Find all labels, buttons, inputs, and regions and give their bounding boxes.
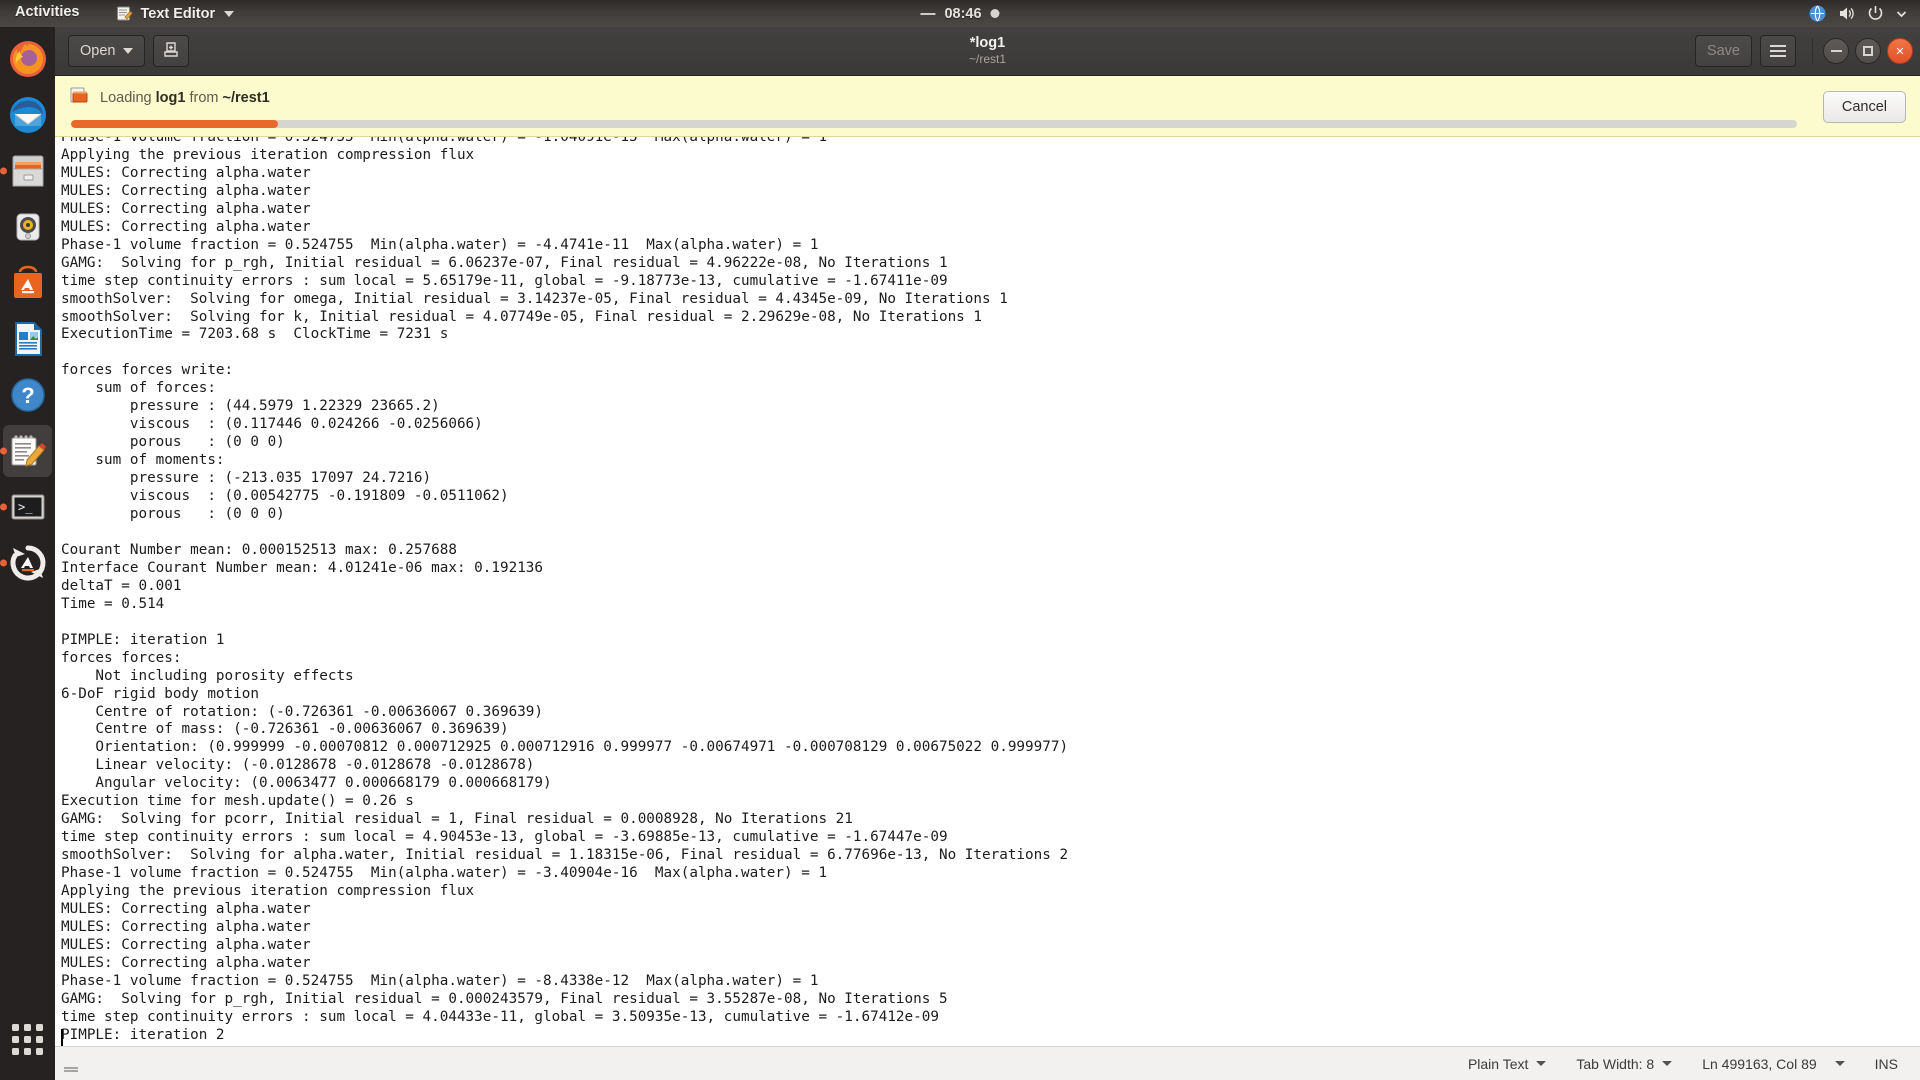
hamburger-menu-icon <box>1770 45 1786 57</box>
loading-message: Loading log1 from ~/rest1 <box>100 90 270 106</box>
document-text-view[interactable]: Phase-1 volume fraction = 0.524755 Min(a… <box>55 137 1920 1046</box>
dock-item-help[interactable]: ? <box>3 369 52 421</box>
save-as-icon <box>162 40 180 62</box>
hamburger-menu-button[interactable] <box>1760 35 1796 67</box>
loading-info-bar: Loading log1 from ~/rest1 Cancel <box>55 76 1920 137</box>
insert-mode-label: INS <box>1875 1056 1898 1072</box>
cursor-position-label: Ln 499163, Col 89 <box>1702 1056 1816 1072</box>
thunderbird-icon <box>7 94 49 136</box>
app-menu-label: Text Editor <box>140 6 215 22</box>
dock-item-thunderbird[interactable] <box>3 89 52 141</box>
save-as-button[interactable] <box>153 35 189 67</box>
infobar-message-row: Loading log1 from ~/rest1 <box>69 85 1811 110</box>
loading-filename: log1 <box>156 90 186 106</box>
save-label: Save <box>1707 43 1740 59</box>
calendar-dash-icon <box>920 13 935 15</box>
cursor-position-selector[interactable]: Ln 499163, Col 89 <box>1702 1056 1844 1072</box>
dock-item-ubuntu-software[interactable] <box>3 257 52 309</box>
show-applications-button[interactable] <box>3 1015 52 1064</box>
document-loading-icon <box>69 85 89 110</box>
chevron-down-icon <box>1662 1061 1672 1066</box>
text-editor-icon <box>7 430 49 472</box>
dock-item-text-editor[interactable] <box>3 425 52 477</box>
window-title-box: *log1 ~/rest1 <box>55 27 1920 75</box>
window-title: *log1 <box>970 35 1005 52</box>
rhythmbox-speaker-icon <box>7 206 49 248</box>
tab-width-selector[interactable]: Tab Width: 8 <box>1576 1056 1672 1072</box>
clock-label: 08:46 <box>944 6 981 22</box>
files-cabinet-icon <box>7 150 49 192</box>
loading-progress-bar <box>71 120 1797 128</box>
dock-item-software-updater[interactable] <box>3 537 52 589</box>
help-question-icon: ? <box>7 374 49 416</box>
svg-text:>_: >_ <box>18 500 33 514</box>
language-label: Plain Text <box>1468 1056 1528 1072</box>
dock-item-firefox[interactable] <box>3 33 52 85</box>
notification-dot-icon <box>991 9 1000 18</box>
minimize-button[interactable] <box>1823 38 1849 64</box>
infobar-content: Loading log1 from ~/rest1 <box>69 85 1811 128</box>
open-label: Open <box>80 43 115 59</box>
document-text-content: Phase-1 volume fraction = 0.524755 Min(a… <box>61 137 1920 1046</box>
app-menu-button[interactable]: Text Editor <box>110 0 240 27</box>
firefox-icon <box>7 38 49 80</box>
chevron-down-icon <box>1895 4 1908 23</box>
dock-item-rhythmbox[interactable] <box>3 201 52 253</box>
insert-mode-indicator: INS <box>1875 1056 1898 1072</box>
clock-button[interactable]: 08:46 <box>920 6 999 22</box>
chevron-down-icon <box>224 11 234 17</box>
loading-middle: from <box>185 90 222 106</box>
cancel-button[interactable]: Cancel <box>1823 91 1906 123</box>
volume-icon <box>1837 4 1856 23</box>
text-editor-window: Open *log1 ~/rest1 Save <box>55 27 1920 1080</box>
system-status-menu[interactable] <box>1808 4 1916 23</box>
maximize-button[interactable] <box>1855 38 1881 64</box>
dock-item-libreoffice-writer[interactable] <box>3 313 52 365</box>
apps-grid-icon <box>12 1024 43 1055</box>
language-selector[interactable]: Plain Text <box>1468 1056 1546 1072</box>
chevron-down-icon <box>123 48 133 54</box>
dock-item-terminal[interactable]: >_ <box>3 481 52 533</box>
power-icon <box>1866 4 1885 23</box>
activities-button[interactable]: Activities <box>6 0 88 27</box>
window-controls: ✕ <box>1812 38 1913 64</box>
close-icon: ✕ <box>1895 45 1904 58</box>
loading-prefix: Loading <box>100 90 156 106</box>
gnome-top-bar: Activities Text Editor 08:46 <box>0 0 1920 27</box>
text-editor-icon <box>116 5 133 22</box>
window-subtitle: ~/rest1 <box>969 52 1006 67</box>
close-button[interactable]: ✕ <box>1887 38 1913 64</box>
ubuntu-dock: ? >_ <box>0 27 55 1080</box>
save-button[interactable]: Save <box>1695 35 1752 67</box>
activities-label: Activities <box>15 4 79 20</box>
libreoffice-writer-icon <box>7 318 49 360</box>
chevron-down-icon <box>1536 1061 1546 1066</box>
software-updater-refresh-icon <box>7 542 49 584</box>
network-icon <box>1808 4 1827 23</box>
open-button[interactable]: Open <box>68 35 145 67</box>
dock-item-files[interactable] <box>3 145 52 197</box>
minimize-icon <box>1831 50 1842 52</box>
headerbar-right-controls: Save ✕ <box>1695 35 1913 67</box>
terminal-icon: >_ <box>7 486 49 528</box>
ubuntu-software-bag-icon <box>7 262 49 304</box>
maximize-icon <box>1863 46 1873 56</box>
loading-path: ~/rest1 <box>223 90 270 106</box>
tab-width-label: Tab Width: 8 <box>1576 1056 1654 1072</box>
loading-progress-fill <box>71 120 278 128</box>
status-bar: Plain Text Tab Width: 8 Ln 499163, Col 8… <box>55 1046 1920 1080</box>
text-caret <box>61 1029 63 1046</box>
svg-text:?: ? <box>21 383 34 408</box>
chevron-down-icon <box>1835 1061 1845 1066</box>
window-headerbar: Open *log1 ~/rest1 Save <box>55 27 1920 76</box>
window-resize-grip[interactable] <box>62 1056 80 1074</box>
